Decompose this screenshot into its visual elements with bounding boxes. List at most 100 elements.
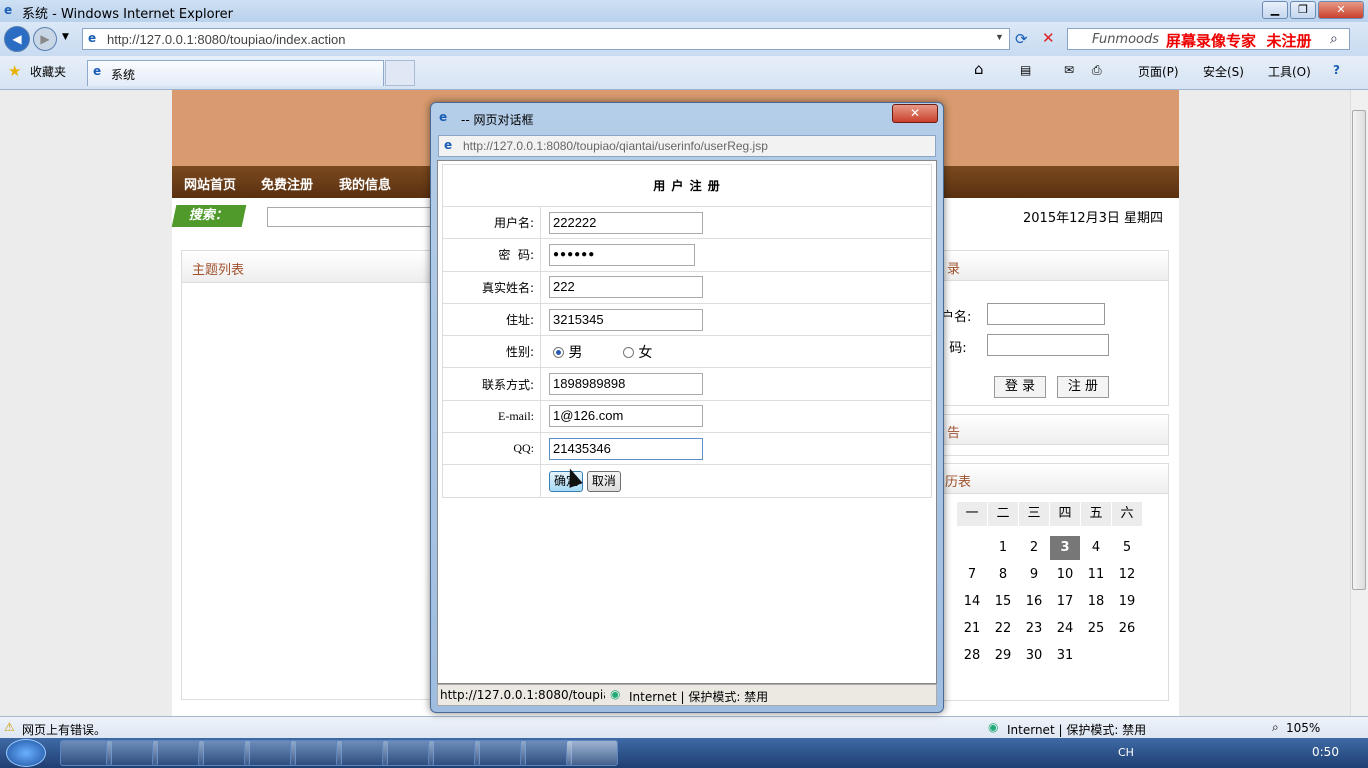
dialog-globe-icon: ◉: [610, 687, 621, 701]
login-panel: 录 户名: 码: 登 录 注 册: [938, 250, 1169, 406]
taskbar-ie-active-button[interactable]: [566, 740, 618, 766]
calendar-weekday: 一: [957, 502, 987, 526]
search-input[interactable]: Funmoods 屏幕录像专家 未注册 ⌕: [1067, 28, 1350, 50]
taskbar-app-button[interactable]: [198, 740, 250, 766]
login-password-input[interactable]: [987, 334, 1109, 356]
home-icon[interactable]: ⌂: [974, 60, 984, 78]
mail-icon[interactable]: ✉: [1064, 63, 1074, 77]
new-tab-button[interactable]: [385, 60, 415, 86]
notice-panel: 告: [938, 414, 1169, 456]
register-button[interactable]: 注 册: [1057, 376, 1109, 398]
password-input[interactable]: ●●●●●●: [549, 243, 695, 266]
login-button[interactable]: 登 录: [994, 376, 1046, 398]
window-titlebar: e 系统 - Windows Internet Explorer: [0, 0, 1368, 22]
start-button[interactable]: [6, 739, 46, 767]
nav-register[interactable]: 免费注册: [261, 174, 313, 193]
feeds-icon[interactable]: ▤: [1020, 63, 1031, 77]
calendar-day: 25: [1087, 621, 1105, 636]
taskbar-app-button[interactable]: [520, 740, 572, 766]
print-icon[interactable]: ⎙: [1092, 63, 1102, 78]
taskbar-word-button[interactable]: [336, 740, 388, 766]
minimize-button[interactable]: ▁: [1262, 1, 1288, 19]
gender-female-radio[interactable]: [622, 347, 634, 359]
password-label: 密 码:: [442, 238, 541, 272]
favorites-button[interactable]: 收藏夹: [30, 63, 66, 80]
calendar-day: 23: [1025, 621, 1043, 636]
calendar-day: 8: [998, 567, 1008, 582]
calendar-day: 21: [963, 621, 981, 636]
login-username-input[interactable]: [987, 303, 1105, 325]
calendar-day: 4: [1091, 540, 1101, 555]
notice-title: 告: [947, 426, 961, 441]
calendar-day: 18: [1087, 594, 1105, 609]
tools-menu[interactable]: 工具(O): [1268, 63, 1311, 80]
calendar-panel: 历表 一 二 三 四 五 六 1234567891011123141516171…: [931, 463, 1169, 701]
calendar-weekday: 三: [1019, 502, 1049, 526]
recorder-watermark: 屏幕录像专家 未注册: [1166, 32, 1312, 50]
warning-icon[interactable]: ⚠: [4, 720, 15, 734]
username-input[interactable]: 222222: [549, 211, 703, 234]
window-title: 系统 - Windows Internet Explorer: [22, 7, 233, 22]
taskbar-folder-button[interactable]: [290, 740, 342, 766]
taskbar-ie-button[interactable]: [152, 740, 204, 766]
gender-label: 性别:: [442, 335, 541, 369]
phone-input[interactable]: 1898989898: [549, 373, 703, 396]
forward-button[interactable]: ▶: [33, 27, 57, 51]
taskbar-app-button[interactable]: [244, 740, 296, 766]
scrollbar-thumb[interactable]: [1352, 110, 1366, 590]
notice-header: 告: [939, 415, 1168, 445]
dialog-close-button[interactable]: ✕: [892, 104, 938, 123]
dialog-title: -- 网页对话框: [461, 113, 534, 127]
calendar-day: 11: [1087, 567, 1105, 582]
nav-home[interactable]: 网站首页: [184, 174, 236, 193]
nav-my-info[interactable]: 我的信息: [339, 174, 391, 193]
calendar-title: 历表: [945, 475, 972, 490]
stop-icon[interactable]: ✕: [1042, 29, 1055, 47]
calendar-day: 22: [994, 621, 1012, 636]
calendar-day: 15: [994, 594, 1012, 609]
email-label: E-mail:: [442, 399, 541, 434]
tab-system[interactable]: e 系统: [87, 60, 384, 86]
gender-male-radio[interactable]: [553, 347, 564, 359]
email-input[interactable]: 1@126.com: [549, 405, 703, 428]
page-menu[interactable]: 页面(P): [1138, 63, 1179, 80]
close-window-button[interactable]: ✕: [1318, 1, 1364, 19]
calendar-day: 17: [1056, 594, 1074, 609]
qq-input[interactable]: 21435346: [549, 437, 703, 460]
zoom-level[interactable]: 105%: [1286, 721, 1320, 735]
calendar-today: 3: [1050, 536, 1080, 560]
taskbar-app-button[interactable]: [106, 740, 158, 766]
gender-female-label: 女: [638, 344, 653, 361]
safety-menu[interactable]: 安全(S): [1203, 63, 1244, 80]
maximize-button[interactable]: ❐: [1290, 1, 1316, 19]
clock[interactable]: 0:50: [1312, 745, 1339, 759]
site-search-input[interactable]: [267, 207, 437, 227]
address-dropdown-icon[interactable]: ▼: [995, 32, 1004, 42]
status-message[interactable]: 网页上有错误。: [22, 721, 106, 738]
tab-title: 系统: [111, 68, 136, 82]
taskbar-app-button[interactable]: [428, 740, 480, 766]
gender-male-label: 男: [568, 344, 583, 361]
calendar-day: 28: [963, 648, 981, 663]
calendar-day: 14: [963, 594, 981, 609]
phone-label: 联系方式:: [442, 367, 541, 401]
taskbar-explorer-button[interactable]: [60, 740, 112, 766]
history-dropdown-icon[interactable]: ▼: [62, 32, 69, 42]
help-icon[interactable]: ?: [1333, 63, 1340, 77]
address-bar[interactable]: e http://127.0.0.1:8080/toupiao/index.ac…: [82, 28, 1010, 50]
form-title: 用 户 注 册: [442, 164, 932, 207]
realname-input[interactable]: 222: [549, 276, 703, 299]
search-icon[interactable]: ⌕: [1330, 31, 1338, 47]
login-pass-label: 码:: [941, 341, 967, 356]
cancel-button[interactable]: 取消: [586, 470, 621, 492]
taskbar-qq-button[interactable]: [382, 740, 434, 766]
realname-label: 真实姓名:: [442, 270, 541, 304]
back-button[interactable]: ◀: [4, 26, 30, 52]
dialog-ie-icon: e: [439, 110, 448, 124]
address-input[interactable]: 3215345: [549, 308, 703, 331]
dialog-status-bar: http://127.0.0.1:8080/toupiao ◉ Internet…: [437, 684, 937, 706]
taskbar-app-button[interactable]: [474, 740, 526, 766]
language-indicator[interactable]: CH: [1118, 746, 1134, 759]
refresh-icon[interactable]: ⟳: [1015, 30, 1028, 48]
calendar-header: 历表: [939, 464, 1168, 494]
